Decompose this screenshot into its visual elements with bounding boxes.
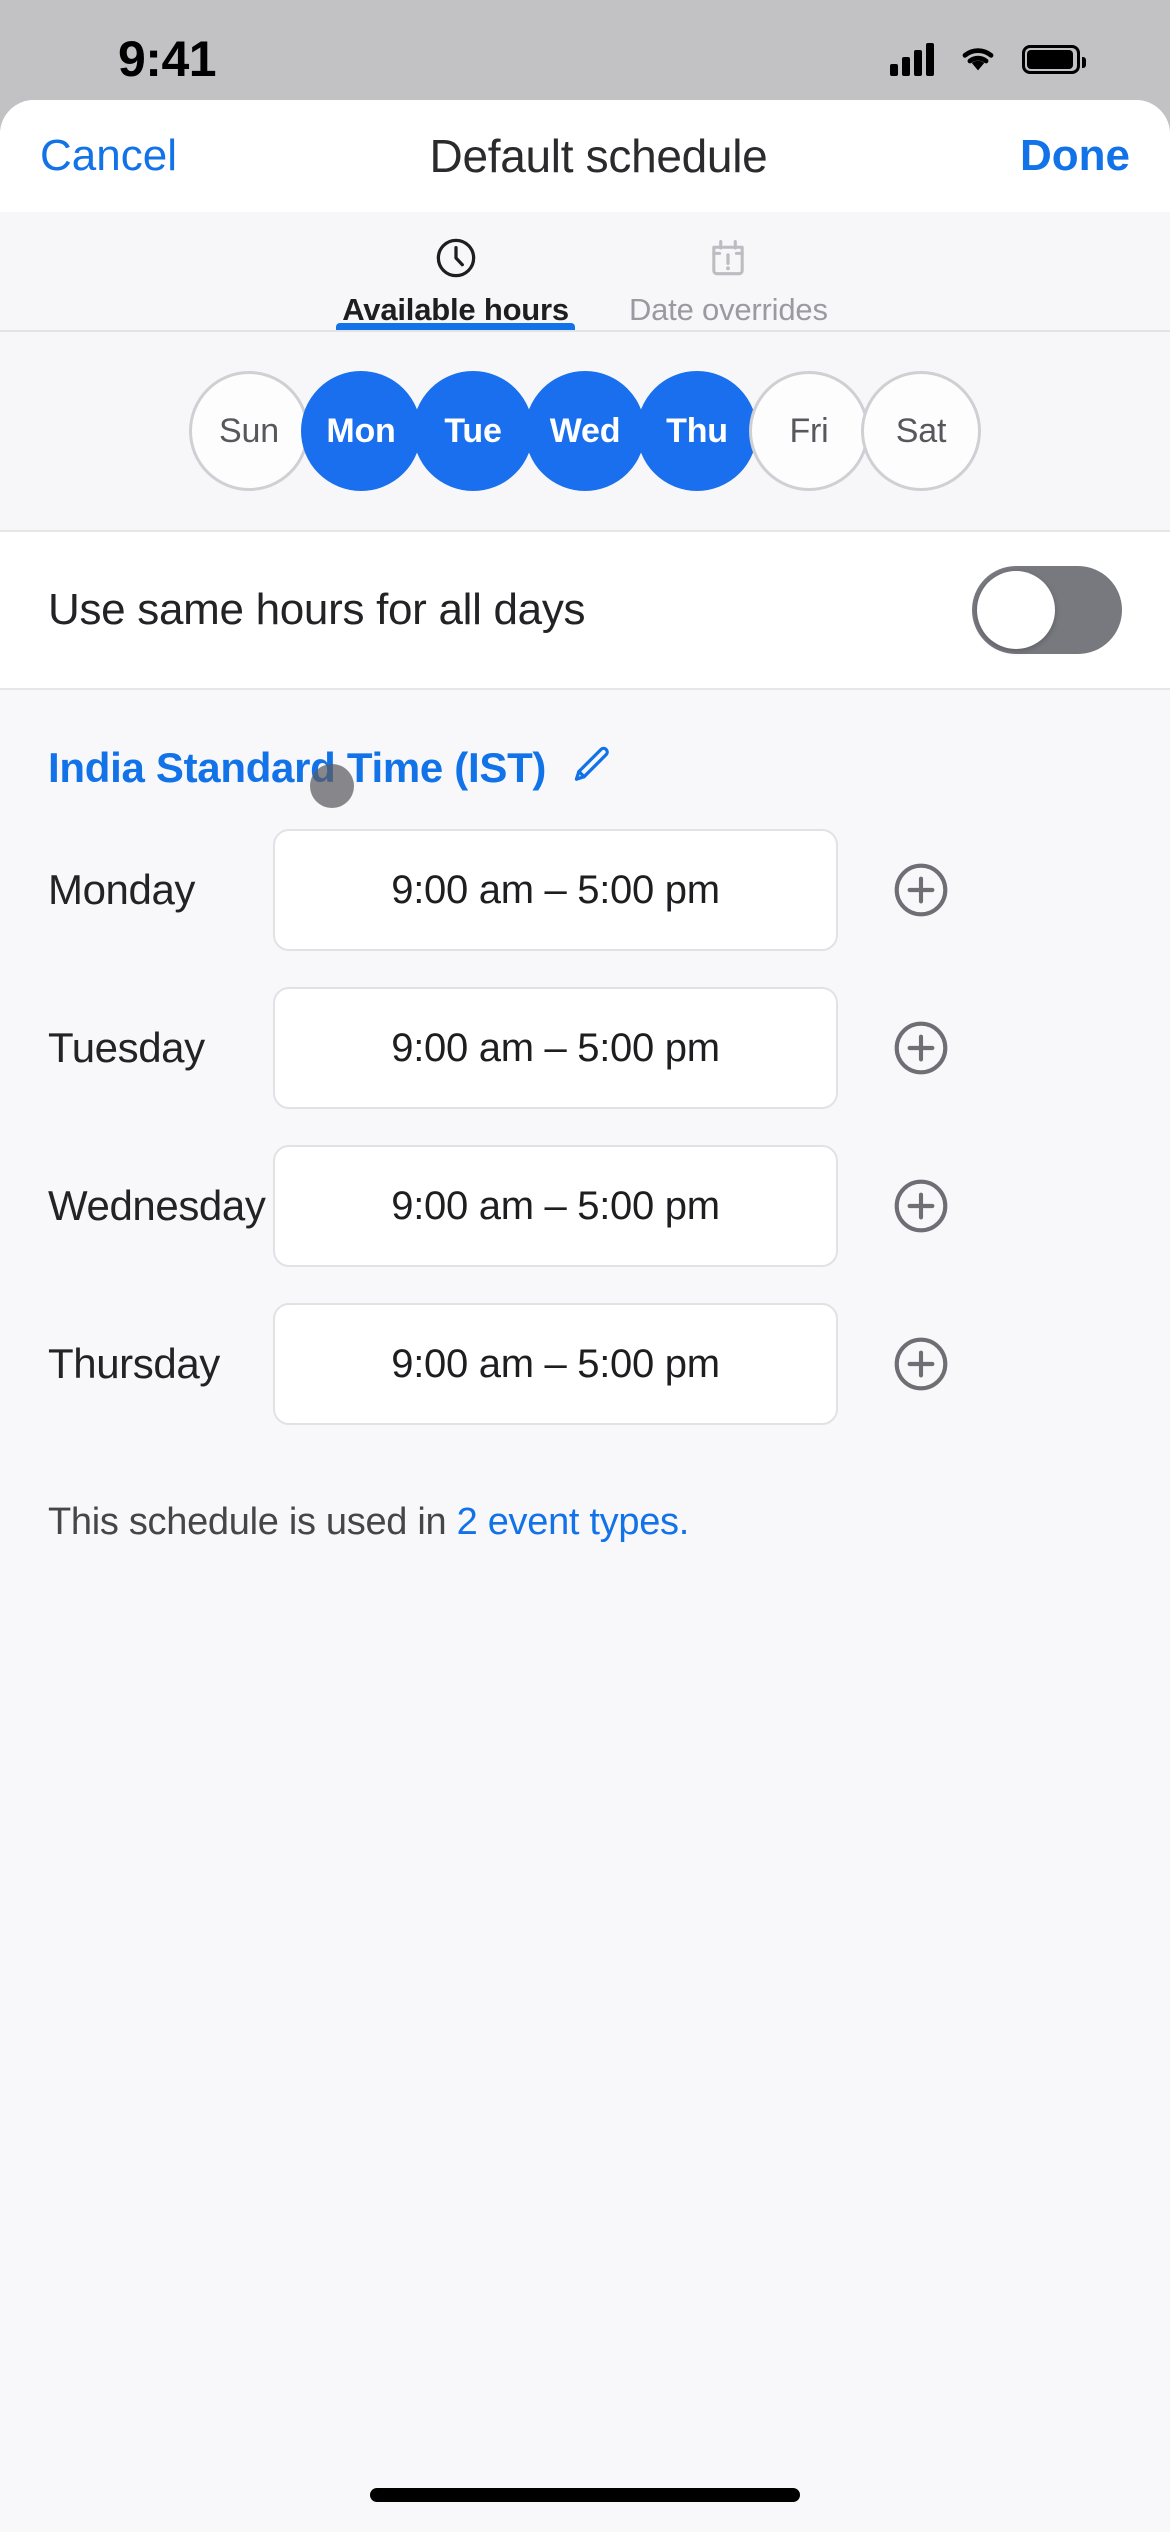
day-toggle-sat[interactable]: Sat — [861, 371, 981, 491]
touch-pointer-indicator — [310, 764, 354, 808]
day-toggle-thu-label: Thu — [666, 411, 728, 450]
timezone-row[interactable]: India Standard Time (IST) — [0, 690, 1170, 811]
home-indicator[interactable] — [370, 2488, 800, 2502]
page-title: Default schedule — [429, 130, 768, 182]
plus-circle-icon[interactable] — [890, 859, 952, 921]
same-hours-row: Use same hours for all days — [0, 532, 1170, 690]
time-range-field[interactable]: 9:00 am – 5:00 pm — [273, 829, 838, 951]
status-bar-time: 9:41 — [118, 31, 217, 87]
same-hours-switch[interactable] — [972, 566, 1122, 654]
same-hours-label: Use same hours for all days — [48, 585, 586, 634]
day-toggle-tue[interactable]: Tue — [413, 371, 533, 491]
wifi-icon — [956, 40, 1000, 79]
schedule-row-day-label: Monday — [48, 866, 196, 913]
day-toggle-sun-label: Sun — [219, 411, 279, 450]
status-bar: 9:41 — [0, 0, 1170, 100]
tab-available-hours[interactable]: Available hours — [312, 212, 599, 330]
time-range-field[interactable]: 9:00 am – 5:00 pm — [273, 987, 838, 1109]
clock-icon — [433, 234, 479, 282]
day-toggle-thu[interactable]: Thu — [637, 371, 757, 491]
day-toggle-tue-label: Tue — [444, 411, 502, 450]
battery-full-icon — [1022, 44, 1086, 74]
schedule-row-day-label: Tuesday — [48, 1024, 205, 1071]
event-types-link[interactable]: 2 event types. — [457, 1501, 690, 1543]
tab-active-indicator — [336, 323, 575, 330]
day-toggle-wed[interactable]: Wed — [525, 371, 645, 491]
schedule-row-day-label: Thursday — [48, 1340, 220, 1387]
day-toggle-fri-label: Fri — [789, 411, 829, 450]
calendar-alert-icon — [705, 234, 751, 282]
time-range-field[interactable]: 9:00 am – 5:00 pm — [273, 1145, 838, 1267]
plus-circle-icon[interactable] — [890, 1017, 952, 1079]
schedule-row-tuesday: Tuesday 9:00 am – 5:00 pm — [0, 969, 1170, 1127]
tab-date-overrides-label: Date overrides — [628, 292, 828, 327]
schedule-usage-text: This schedule is used in — [48, 1501, 457, 1543]
status-bar-icons — [890, 40, 1086, 79]
schedule-row-wednesday: Wednesday 9:00 am – 5:00 pm — [0, 1127, 1170, 1285]
signal-bars-icon — [890, 42, 934, 76]
navigation-bar: Cancel Default schedule Done — [0, 100, 1170, 212]
day-toggle-mon-label: Mon — [326, 411, 396, 450]
schedule-row-day-label: Wednesday — [48, 1182, 266, 1229]
day-toggle-fri[interactable]: Fri — [749, 371, 869, 491]
switch-knob — [977, 571, 1055, 649]
day-toggle-sat-label: Sat — [895, 411, 947, 450]
day-selector: Sun Mon Tue Wed Thu Fri Sat — [0, 332, 1170, 808]
pencil-icon[interactable] — [568, 742, 614, 793]
schedule-body: India Standard Time (IST) Monday 9:00 am… — [0, 690, 1170, 1544]
timezone-label: India Standard Time (IST) — [48, 743, 547, 791]
plus-circle-icon[interactable] — [890, 1333, 952, 1395]
schedule-row-monday: Monday 9:00 am – 5:00 pm — [0, 811, 1170, 969]
day-toggle-wed-label: Wed — [549, 411, 621, 450]
schedule-usage-footer: This schedule is used in 2 event types. — [0, 1443, 1170, 1544]
schedule-row-thursday: Thursday 9:00 am – 5:00 pm — [0, 1285, 1170, 1443]
plus-circle-icon[interactable] — [890, 1175, 952, 1237]
schedule-sheet: Cancel Default schedule Done Available h… — [0, 100, 1170, 2532]
phone-screen: 9:41 Cancel Default schedule Done Availa… — [0, 0, 1170, 2532]
done-button[interactable]: Done — [1020, 131, 1130, 181]
tab-date-overrides[interactable]: Date overrides — [599, 212, 858, 328]
tab-bar: Available hours Date overrides — [0, 212, 1170, 332]
cancel-button[interactable]: Cancel — [40, 131, 177, 181]
day-toggle-mon[interactable]: Mon — [301, 371, 421, 491]
time-range-field[interactable]: 9:00 am – 5:00 pm — [273, 1303, 838, 1425]
day-toggle-sun[interactable]: Sun — [189, 371, 309, 491]
